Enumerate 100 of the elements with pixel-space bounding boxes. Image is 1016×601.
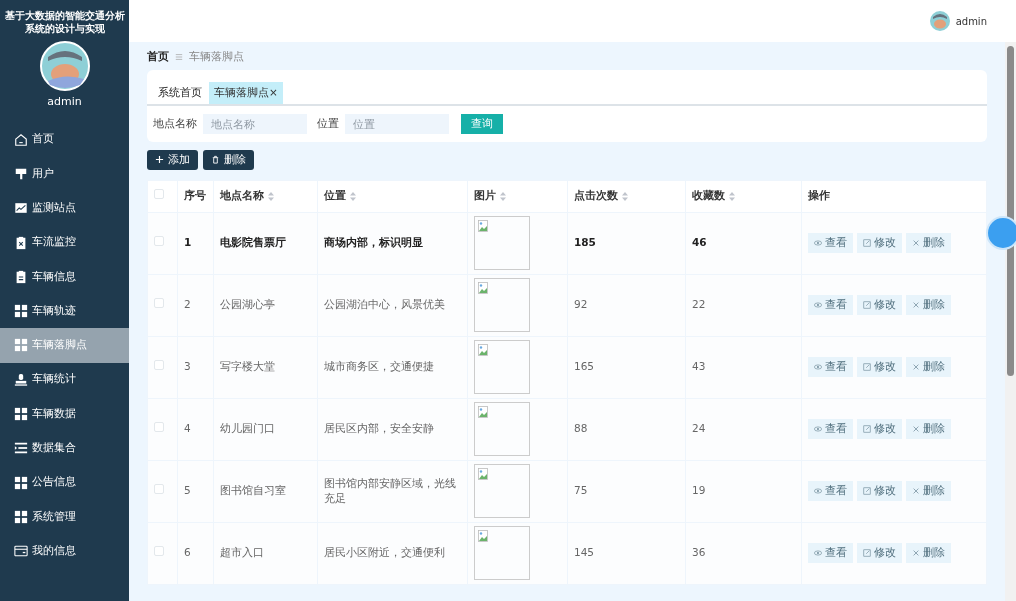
table-cell: 写字楼大堂	[220, 360, 275, 373]
eye-icon	[814, 487, 822, 496]
menu-item[interactable]: 系统管理	[0, 499, 129, 535]
menu-item[interactable]: 车流监控	[0, 225, 129, 260]
input-field[interactable]: 地点名称	[203, 113, 307, 134]
row-action-button[interactable]: 查看	[808, 419, 853, 440]
table-cell: 22	[692, 298, 706, 311]
user-name: admin	[47, 94, 82, 110]
table-cell: 36	[692, 546, 706, 559]
table-cell: 1	[184, 236, 192, 249]
user-name: admin	[955, 14, 987, 29]
eye-icon	[814, 363, 822, 372]
edit-icon	[863, 487, 871, 496]
eye-icon	[814, 549, 822, 558]
row-action-button[interactable]: 删除	[906, 233, 951, 254]
table-cell: 居民区内部，安全安静	[324, 422, 434, 435]
table-cell: 4	[184, 422, 191, 435]
checkbox[interactable]	[154, 189, 164, 200]
row-action-button[interactable]: 查看	[808, 233, 853, 254]
menu-item[interactable]: 公告信息	[0, 465, 129, 500]
table-cell: 公园湖心亭	[220, 298, 275, 311]
menu-item[interactable]: 数据集合	[0, 431, 129, 466]
menu-item[interactable]: 首页	[0, 122, 129, 157]
row-action-button[interactable]: 修改	[857, 233, 902, 254]
broken-image-icon	[478, 220, 488, 233]
close-icon	[912, 425, 920, 434]
column-header[interactable]: 位置	[324, 189, 346, 202]
list-icon	[14, 441, 28, 456]
checkbox[interactable]	[154, 298, 164, 309]
avatar	[39, 41, 90, 91]
checkbox[interactable]	[154, 236, 164, 247]
broken-image-icon	[478, 530, 488, 543]
close-icon	[912, 239, 920, 248]
user-avatar	[929, 11, 950, 31]
table-cell: 185	[574, 236, 596, 249]
menu-item[interactable]: 车辆轨迹	[0, 294, 129, 329]
close-icon	[912, 549, 920, 558]
floating-button[interactable]	[986, 216, 1016, 250]
eye-icon	[814, 301, 822, 310]
column-header[interactable]: 操作	[808, 189, 830, 202]
scrollbar[interactable]	[1005, 42, 1016, 601]
checkbox[interactable]	[154, 484, 164, 495]
field-label: 位置	[317, 115, 339, 131]
row-action-button[interactable]: 修改	[857, 295, 902, 316]
menu-item[interactable]: 车辆数据	[0, 396, 129, 432]
row-action-button[interactable]: 查看	[808, 481, 853, 502]
tab[interactable]: 车辆落脚点×	[209, 82, 283, 104]
table-cell: 145	[574, 546, 595, 559]
checkbox[interactable]	[154, 422, 164, 433]
action-button[interactable]: 添加	[147, 149, 198, 170]
breadcrumb-item[interactable]: 首页	[147, 49, 169, 65]
table-cell: 超市入口	[220, 546, 264, 559]
column-header[interactable]: 地点名称	[220, 189, 264, 202]
plus-icon	[155, 155, 164, 165]
menu-item[interactable]: 监测站点	[0, 191, 129, 226]
checkbox[interactable]	[154, 546, 164, 557]
menu-item[interactable]: 用户	[0, 156, 129, 192]
column-header[interactable]: 收藏数	[692, 189, 725, 202]
row-action-button[interactable]: 删除	[906, 419, 951, 440]
input-field[interactable]: 位置	[345, 113, 449, 134]
menu-item[interactable]: 我的信息	[0, 534, 129, 569]
table-cell: 幼儿园门口	[220, 422, 275, 435]
broken-image-icon	[478, 406, 488, 419]
row-action-button[interactable]: 删除	[906, 357, 951, 378]
row-action-button[interactable]: 查看	[808, 543, 853, 564]
field-label: 地点名称	[153, 115, 197, 131]
table-cell: 75	[574, 484, 588, 497]
row-action-button[interactable]: 查看	[808, 295, 853, 316]
clipboard-icon	[14, 235, 28, 250]
column-header[interactable]: 点击次数	[574, 189, 618, 202]
table-cell: 43	[692, 360, 706, 373]
separator-icon	[175, 53, 183, 61]
row-action-button[interactable]: 修改	[857, 543, 902, 564]
row-action-button[interactable]: 修改	[857, 481, 902, 502]
row-action-button[interactable]: 删除	[906, 543, 951, 564]
row-action-button[interactable]: 修改	[857, 419, 902, 440]
checkbox[interactable]	[154, 360, 164, 371]
scrollbar-thumb[interactable]	[1007, 46, 1014, 376]
row-action-button[interactable]: 查看	[808, 357, 853, 378]
table-cell: 图书馆内部安静区域，光线充足	[324, 476, 456, 505]
row-action-button[interactable]: 删除	[906, 481, 951, 502]
grid-icon	[14, 304, 28, 319]
table-cell: 46	[692, 236, 707, 249]
stamp-icon	[14, 372, 28, 387]
table-cell: 城市商务区，交通便捷	[324, 360, 434, 373]
menu-item[interactable]: 车辆统计	[0, 362, 129, 397]
table-cell: 165	[574, 360, 595, 373]
table-cell: 公园湖泊中心，风景优美	[324, 298, 445, 311]
grid-icon	[14, 407, 28, 421]
action-button[interactable]: 删除	[203, 149, 254, 170]
breadcrumb-item: 车辆落脚点	[189, 49, 244, 65]
grid-icon	[14, 338, 28, 353]
row-action-button[interactable]: 修改	[857, 357, 902, 378]
table-cell: 92	[574, 298, 588, 311]
edit-icon	[863, 549, 871, 558]
row-action-button[interactable]: 删除	[906, 295, 951, 316]
menu-item[interactable]: 车辆信息	[0, 259, 129, 294]
column-header[interactable]: 图片	[474, 189, 496, 202]
table-cell: 居民小区附近，交通便利	[324, 546, 445, 559]
brush-icon	[14, 166, 28, 181]
